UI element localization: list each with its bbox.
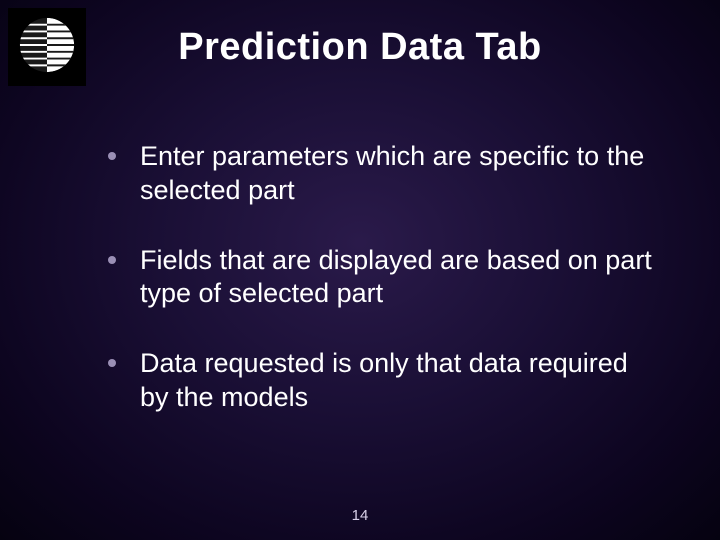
list-item: Data requested is only that data require… xyxy=(96,347,660,415)
page-number: 14 xyxy=(0,507,720,524)
bullet-list: Enter parameters which are specific to t… xyxy=(96,140,660,451)
slide-title: Prediction Data Tab xyxy=(0,26,720,69)
list-item: Fields that are displayed are based on p… xyxy=(96,244,660,312)
list-item: Enter parameters which are specific to t… xyxy=(96,140,660,208)
